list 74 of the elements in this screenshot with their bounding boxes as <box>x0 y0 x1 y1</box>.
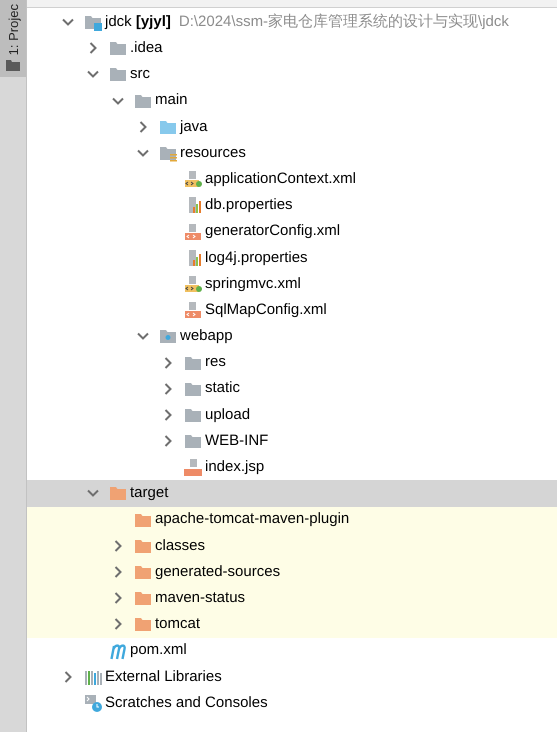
tree-item-label: resources <box>180 142 246 163</box>
project-tab[interactable]: 1: Projec <box>0 0 26 78</box>
tree-row[interactable]: Scratches and Consoles <box>27 690 557 716</box>
tree-row[interactable]: pom.xml <box>27 638 557 664</box>
folder-icon <box>134 563 152 582</box>
folder-icon <box>134 589 152 608</box>
tree-row[interactable]: applicationContext.xml <box>27 166 557 192</box>
tree-row[interactable]: target <box>27 480 557 507</box>
tree-item-label: res <box>205 352 226 372</box>
folder-icon <box>184 432 202 450</box>
tree-row[interactable]: db.properties <box>27 192 557 218</box>
tree-row[interactable]: res <box>27 349 557 376</box>
tree-item-label: main <box>155 90 188 110</box>
tree-item-label: springmvc.xml <box>205 274 301 294</box>
tree-item-label: webapp <box>180 326 233 346</box>
jsp-file-icon <box>184 458 202 476</box>
tree-item-label: generated-sources <box>155 562 280 582</box>
tree-row[interactable]: tomcat <box>27 611 557 638</box>
tree-item-label: .idea <box>130 38 163 58</box>
xml-file-icon <box>184 301 202 320</box>
tree-item-label: log4j.properties <box>205 248 308 268</box>
tree-item-label: Scratches and Consoles <box>105 692 268 713</box>
tree-item-label: index.jsp <box>205 457 264 478</box>
tree-row[interactable]: log4j.properties <box>27 244 557 271</box>
tree-row[interactable]: classes <box>27 532 557 559</box>
tree-item-label: WEB-INF <box>205 430 268 451</box>
tree-item-label: tomcat <box>155 614 200 634</box>
folder-icon <box>109 484 127 502</box>
folder-icon <box>109 39 127 58</box>
tree-row[interactable]: jdck [yjyl] D:\2024\ssm-家电仓库管理系统的设计与实现\jdck <box>27 9 557 36</box>
tree-item-label: target <box>130 483 168 504</box>
module-folder-icon <box>84 13 102 32</box>
tree-item-label: pom.xml <box>130 640 187 660</box>
tree-row[interactable]: src <box>27 61 557 88</box>
tree-item-label: java <box>180 116 208 137</box>
tree-item-label: generatorConfig.xml <box>205 221 340 242</box>
tree-item-label: External Libraries <box>105 666 222 687</box>
maven-icon <box>109 642 127 660</box>
tree-item-label: db.properties <box>205 195 293 216</box>
folder-icon <box>159 327 177 346</box>
tree-row[interactable]: static <box>27 376 557 402</box>
folder-icon <box>109 65 127 84</box>
folder-icon <box>6 59 20 72</box>
tree-item-label: maven-status <box>155 588 246 608</box>
tree-row[interactable]: main <box>27 88 557 114</box>
scratches-icon <box>84 694 102 712</box>
tree-item-label: SqlMapConfig.xml <box>205 300 327 320</box>
tree-item-label: src <box>130 64 150 84</box>
tree-row[interactable]: springmvc.xml <box>27 270 557 298</box>
tree-row[interactable]: apache-tomcat-maven-plugin <box>27 506 557 533</box>
xml-file-icon <box>184 222 202 241</box>
tree-item-label: upload <box>205 404 250 425</box>
path-label: D:\2024\ssm-家电仓库管理系统的设计与实现\jdck <box>178 12 509 32</box>
folder-icon <box>134 615 152 634</box>
tree-row[interactable]: java <box>27 114 557 140</box>
tree-item-label: jdck [yjyl] <box>105 12 171 32</box>
tree-row[interactable]: webapp <box>27 323 557 350</box>
tree-row[interactable]: WEB-INF <box>27 428 557 454</box>
tree-row[interactable]: .idea <box>27 35 557 62</box>
xml-file-icon <box>184 170 202 188</box>
folder-icon <box>159 144 177 162</box>
tree-item-label: static <box>205 378 240 398</box>
tree-item-label: apache-tomcat-maven-plugin <box>155 509 350 530</box>
xml-file-icon <box>184 274 202 293</box>
tree-row[interactable]: index.jsp <box>27 454 557 480</box>
tree-row[interactable]: External Libraries <box>27 664 557 690</box>
tree-row[interactable]: generated-sources <box>27 558 557 586</box>
tree-row[interactable]: generatorConfig.xml <box>27 218 557 245</box>
tree-row[interactable]: SqlMapConfig.xml <box>27 297 557 324</box>
tree-item-label: applicationContext.xml <box>205 168 356 189</box>
tree-row[interactable]: resources <box>27 140 557 166</box>
tree-item-label: classes <box>155 536 206 556</box>
tree-row[interactable]: maven-status <box>27 585 557 612</box>
tree-row[interactable]: upload <box>27 402 557 428</box>
